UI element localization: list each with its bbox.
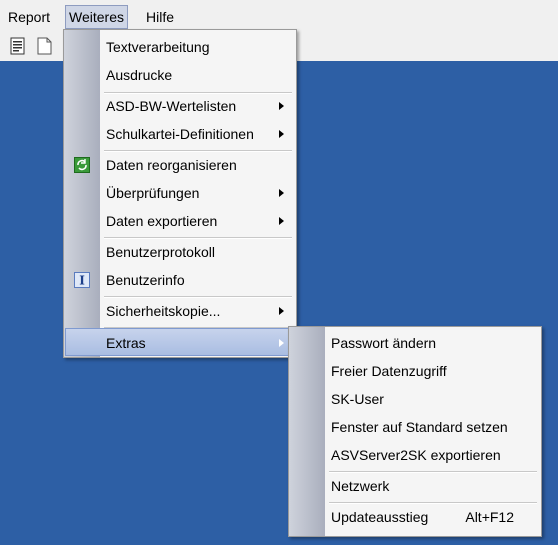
menu-item-sicherheitskopie[interactable]: Sicherheitskopie... <box>66 297 294 325</box>
submenu-arrow-icon <box>279 307 284 315</box>
menu-item-textverarbeitung[interactable]: Textverarbeitung <box>66 33 294 61</box>
menu-item-label: Textverarbeitung <box>106 39 210 55</box>
menu-item-daten-exportieren[interactable]: Daten exportieren <box>66 207 294 235</box>
submenu-arrow-icon <box>279 189 284 197</box>
menu-item-label: Überprüfungen <box>106 185 200 201</box>
submenu-arrow-icon <box>279 339 284 347</box>
menu-item-label: Fenster auf Standard setzen <box>331 419 508 435</box>
report-icon[interactable] <box>10 37 26 55</box>
menu-item-label: Daten exportieren <box>106 213 218 229</box>
menu-item-asvserver2sk-exportieren[interactable]: ASVServer2SK exportieren <box>291 441 539 469</box>
menu-item-label: Ausdrucke <box>106 67 173 83</box>
refresh-icon <box>74 157 90 173</box>
menu-item-label: Netzwerk <box>331 478 390 494</box>
menu-item-schulkartei-definitionen[interactable]: Schulkartei-Definitionen <box>66 120 294 148</box>
menu-weiteres[interactable]: Weiteres <box>65 5 128 29</box>
menu-bar: Report Weiteres Hilfe <box>0 0 558 30</box>
menu-item-label: Daten reorganisieren <box>106 157 237 173</box>
menu-report[interactable]: Report <box>5 6 53 28</box>
menu-item-label: Schulkartei-Definitionen <box>106 126 254 142</box>
menu-item-sk-user[interactable]: SK-User <box>291 385 539 413</box>
menu-item-label: Freier Datenzugriff <box>331 363 447 379</box>
menu-item-label: Extras <box>106 335 146 351</box>
menu-item-freier-datenzugriff[interactable]: Freier Datenzugriff <box>291 357 539 385</box>
menu-item-passwort-aendern[interactable]: Passwort ändern <box>291 329 539 357</box>
menu-item-label: SK-User <box>331 391 384 407</box>
menu-item-label: Passwort ändern <box>331 335 437 351</box>
menu-item-label: ASVServer2SK exportieren <box>331 447 501 463</box>
shortcut-label: Alt+F12 <box>465 509 514 525</box>
document-icon[interactable] <box>37 37 53 55</box>
menu-item-ausdrucke[interactable]: Ausdrucke <box>66 61 294 89</box>
menu-item-label: ASD-BW-Wertelisten <box>106 98 237 114</box>
info-icon: I <box>74 272 90 288</box>
menu-item-netzwerk[interactable]: Netzwerk <box>291 472 539 500</box>
menu-item-asd-bw-wertelisten[interactable]: ASD-BW-Wertelisten <box>66 92 294 120</box>
menu-item-label: Sicherheitskopie... <box>106 303 221 319</box>
submenu-arrow-icon <box>279 102 284 110</box>
menu-item-benutzerprotokoll[interactable]: Benutzerprotokoll <box>66 238 294 266</box>
menu-item-label: Updateausstieg <box>331 509 429 525</box>
menu-item-extras[interactable]: Extras <box>65 328 295 356</box>
submenu-arrow-icon <box>279 130 284 138</box>
menu-item-updateausstieg[interactable]: Updateausstieg Alt+F12 <box>291 503 539 531</box>
extras-submenu: Passwort ändern Freier Datenzugriff SK-U… <box>288 326 542 537</box>
menu-item-label: Benutzerinfo <box>106 272 185 288</box>
menu-item-fenster-auf-standard-setzen[interactable]: Fenster auf Standard setzen <box>291 413 539 441</box>
menu-item-ueberpruefungen[interactable]: Überprüfungen <box>66 179 294 207</box>
submenu-arrow-icon <box>279 217 284 225</box>
menu-item-label: Benutzerprotokoll <box>106 244 215 260</box>
menu-hilfe[interactable]: Hilfe <box>143 6 177 28</box>
menu-item-daten-reorganisieren[interactable]: Daten reorganisieren <box>66 151 294 179</box>
menu-item-benutzerinfo[interactable]: I Benutzerinfo <box>66 266 294 294</box>
weiteres-menu: Textverarbeitung Ausdrucke ASD-BW-Wertel… <box>63 29 297 358</box>
svg-text:I: I <box>79 274 85 288</box>
